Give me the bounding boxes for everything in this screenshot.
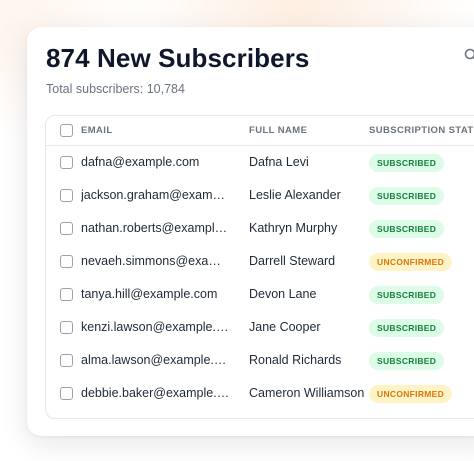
email-cell: jackson.graham@exampl...	[81, 188, 231, 202]
column-header-full-name: FULL NAME	[249, 125, 308, 136]
full-name-cell: Cameron Williamson	[249, 386, 364, 400]
row-checkbox[interactable]	[60, 189, 73, 202]
status-badge: SUBSCRIBED	[369, 154, 445, 172]
table-row[interactable]: jackson.graham@exampl... Leslie Alexande…	[46, 179, 474, 212]
email-cell: tanya.hill@example.com	[81, 287, 218, 301]
full-name-cell: Jane Cooper	[249, 320, 321, 334]
status-badge: SUBSCRIBED	[369, 319, 445, 337]
email-cell: nathan.roberts@example....	[81, 221, 231, 235]
status-badge: SUBSCRIBED	[369, 220, 445, 238]
select-all-checkbox[interactable]	[60, 124, 73, 137]
table-row[interactable]: kenzi.lawson@example.co... Jane Cooper S…	[46, 311, 474, 344]
table-row[interactable]: tanya.hill@example.com Devon Lane SUBSCR…	[46, 278, 474, 311]
table-row[interactable]: nevaeh.simmons@exampl... Darrell Steward…	[46, 245, 474, 278]
status-badge: UNCONFIRMED	[369, 253, 453, 271]
search-icon[interactable]	[464, 48, 474, 62]
email-cell: dafna@example.com	[81, 155, 200, 169]
status-badge: SUBSCRIBED	[369, 352, 445, 370]
row-checkbox[interactable]	[60, 255, 73, 268]
subscribers-card: 874 New Subscribers Total subscribers: 1…	[27, 27, 474, 436]
email-cell: kenzi.lawson@example.co...	[81, 320, 231, 334]
full-name-cell: Kathryn Murphy	[249, 221, 338, 235]
email-cell: alma.lawson@example.co...	[81, 353, 231, 367]
table-row[interactable]: alma.lawson@example.co... Ronald Richard…	[46, 344, 474, 377]
table-row[interactable]: nathan.roberts@example.... Kathryn Murph…	[46, 212, 474, 245]
status-badge: SUBSCRIBED	[369, 286, 445, 304]
page-title: 874 New Subscribers	[46, 43, 310, 73]
row-checkbox[interactable]	[60, 156, 73, 169]
full-name-cell: Devon Lane	[249, 287, 317, 301]
column-header-subscription-status: SUBSCRIPTION STATUS	[369, 125, 474, 136]
email-cell: debbie.baker@example.co...	[81, 386, 231, 400]
full-name-cell: Ronald Richards	[249, 353, 342, 367]
table-row[interactable]: debbie.baker@example.co... Cameron Willi…	[46, 377, 474, 410]
total-subscribers-text: Total subscribers: 10,784	[46, 82, 185, 96]
status-badge: UNCONFIRMED	[369, 385, 453, 403]
full-name-cell: Darrell Steward	[249, 254, 336, 268]
row-checkbox[interactable]	[60, 222, 73, 235]
subscribers-table: EMAIL FULL NAME SUBSCRIPTION STATUS dafn…	[45, 115, 474, 419]
row-checkbox[interactable]	[60, 321, 73, 334]
row-checkbox[interactable]	[60, 387, 73, 400]
full-name-cell: Leslie Alexander	[249, 188, 341, 202]
full-name-cell: Dafna Levi	[249, 155, 309, 169]
table-row[interactable]: dafna@example.com Dafna Levi SUBSCRIBED	[46, 146, 474, 179]
table-header: EMAIL FULL NAME SUBSCRIPTION STATUS	[46, 116, 474, 146]
column-header-email: EMAIL	[81, 125, 113, 136]
email-cell: nevaeh.simmons@exampl...	[81, 254, 231, 268]
status-badge: SUBSCRIBED	[369, 187, 445, 205]
row-checkbox[interactable]	[60, 354, 73, 367]
row-checkbox[interactable]	[60, 288, 73, 301]
